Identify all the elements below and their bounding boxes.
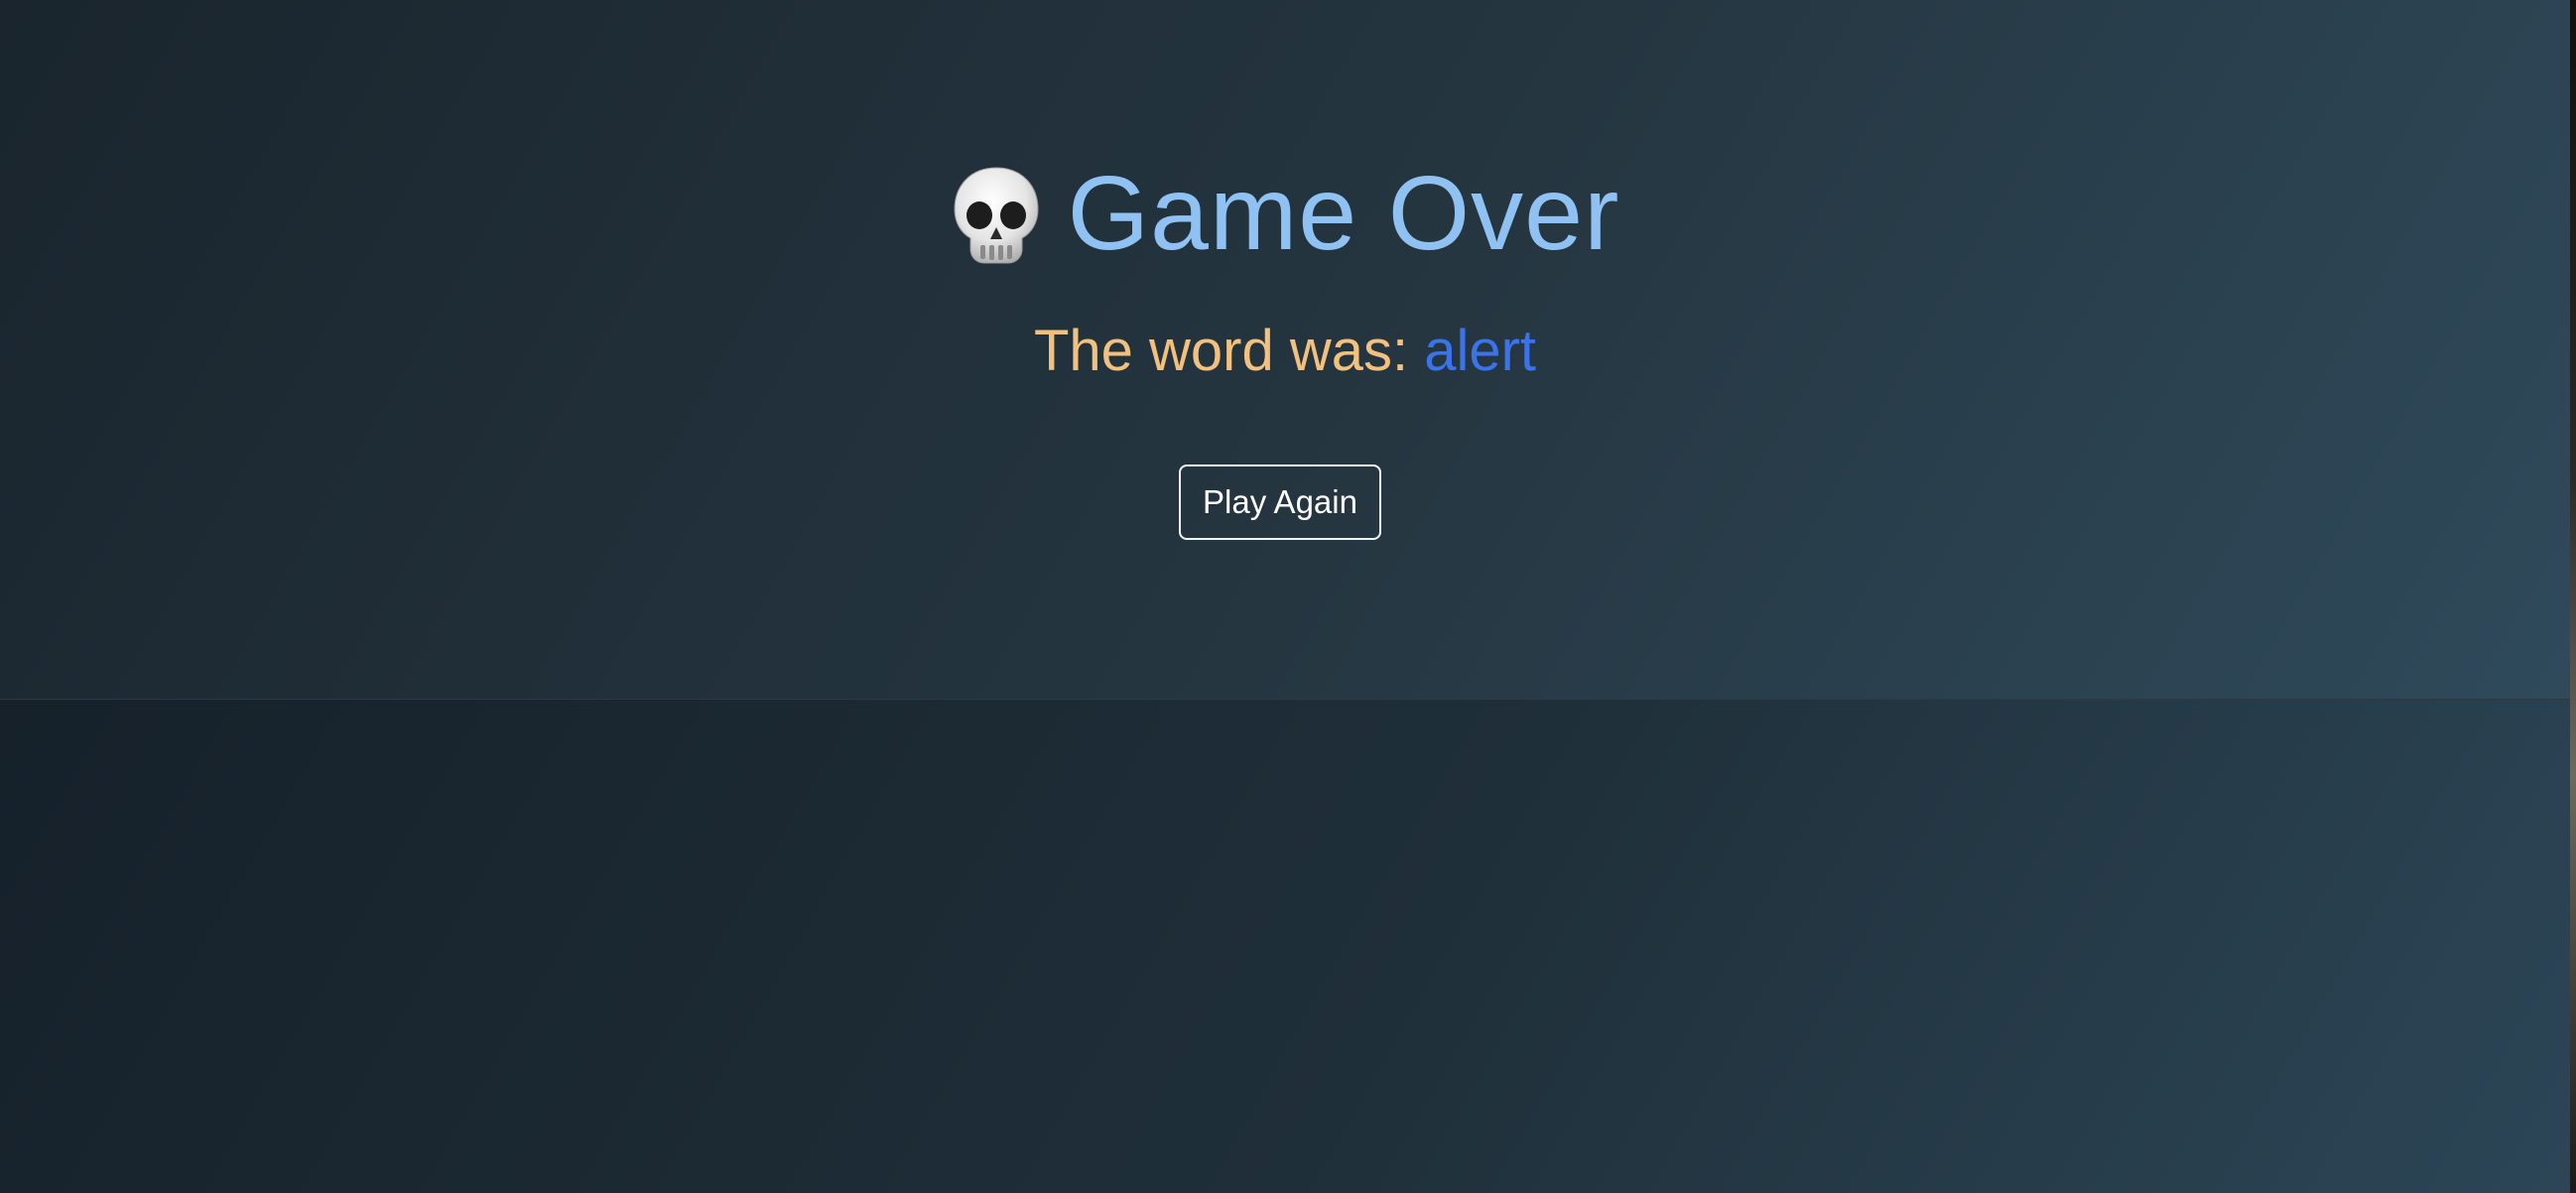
word-reveal: The word was: alert [0,316,2570,387]
game-over-panel: Game Over The word was: alert Play Again [0,0,2570,700]
game-over-title: Game Over [0,149,2570,278]
skull-icon [954,167,1039,264]
title-text: Game Over [1067,155,1620,272]
window-edge [2570,0,2576,1193]
revealed-word: alert [1424,319,1537,383]
play-again-button[interactable]: Play Again [1179,464,1381,540]
word-reveal-label: The word was: [1033,319,1425,383]
page-background [0,700,2570,1193]
